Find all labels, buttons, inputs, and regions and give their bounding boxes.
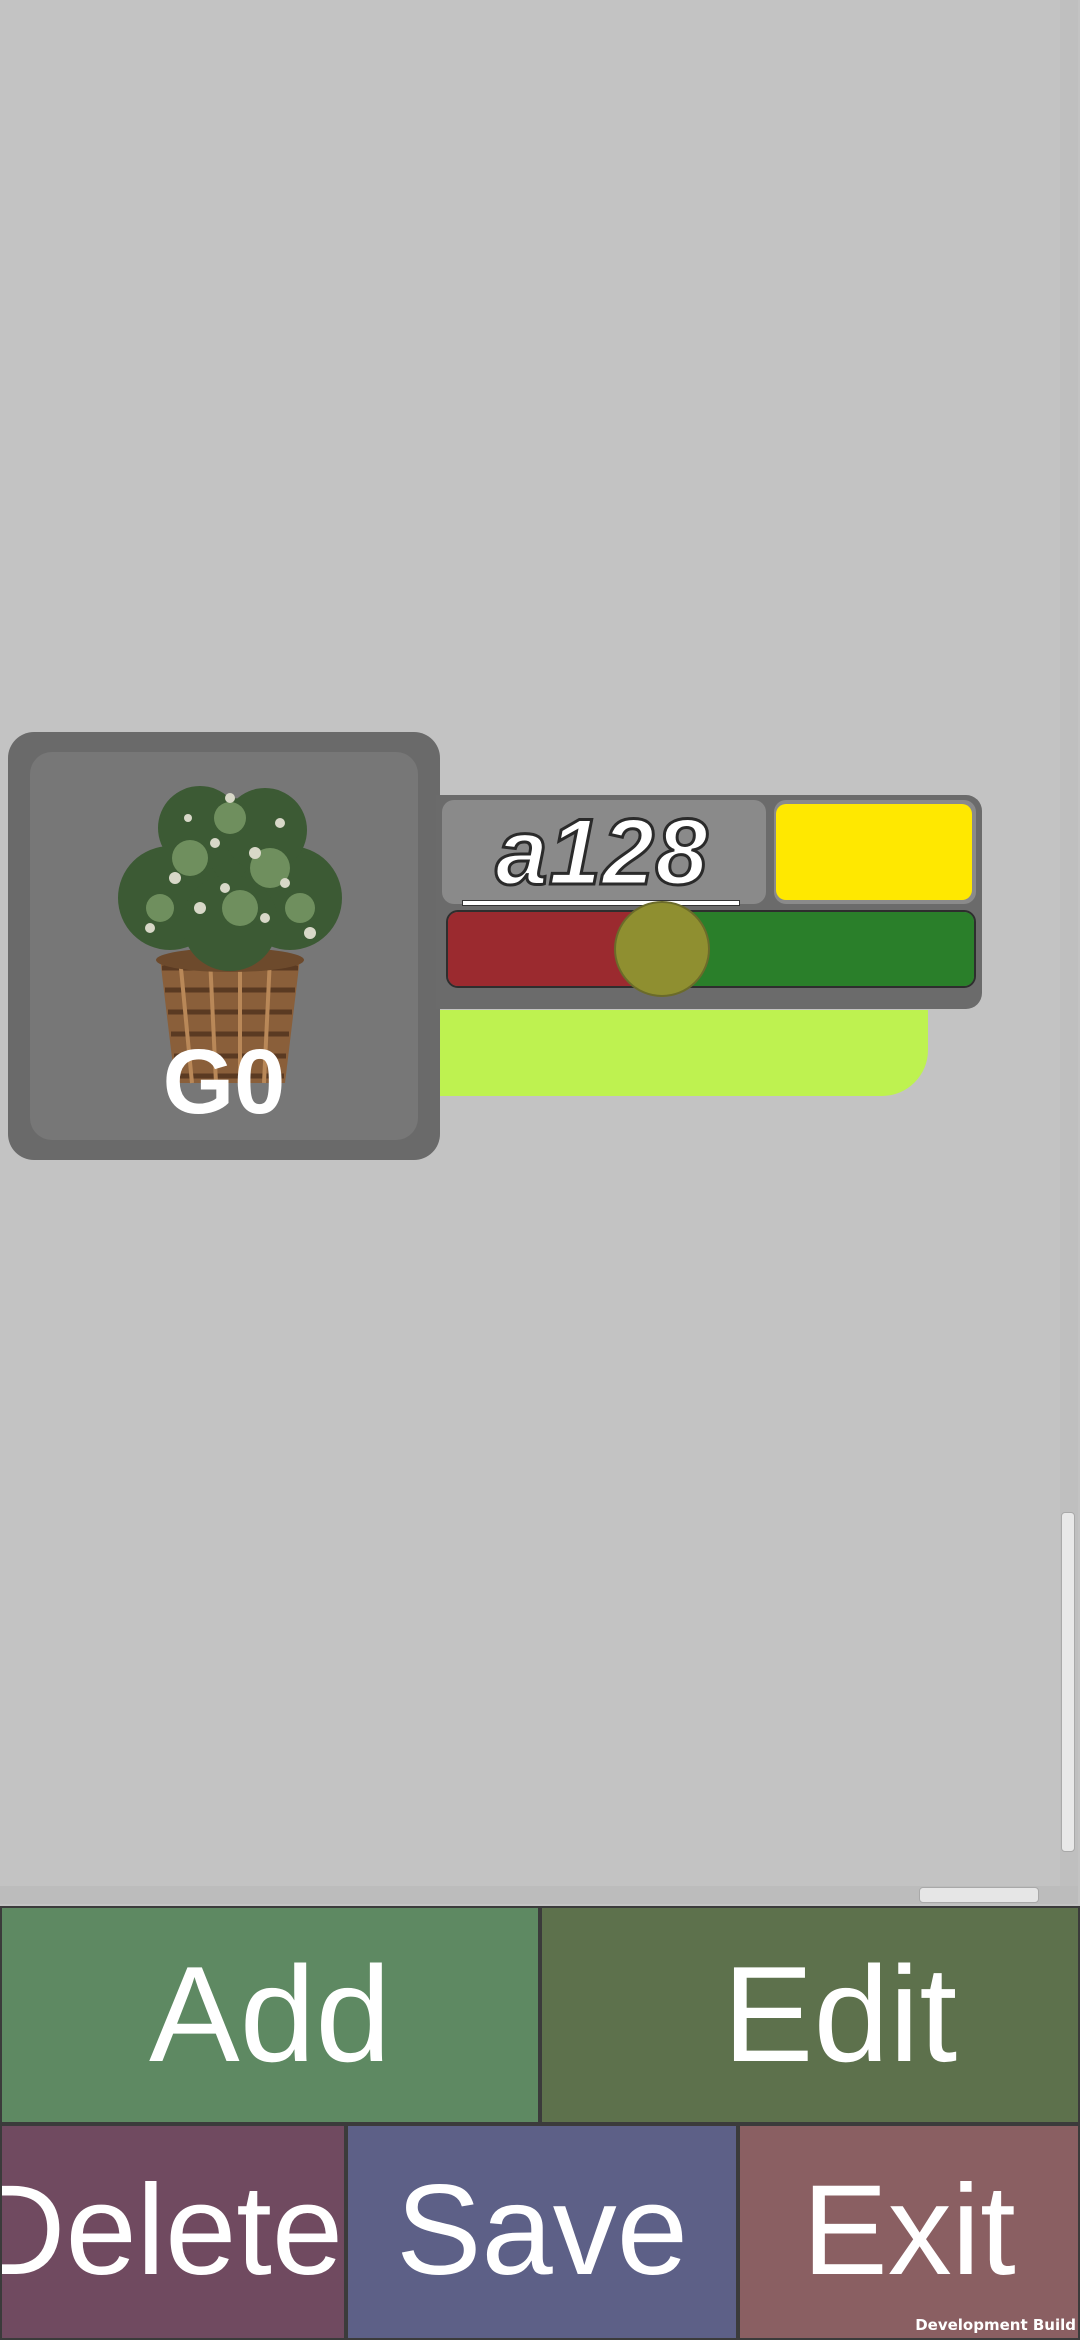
edit-button[interactable]: Edit	[540, 1906, 1080, 2124]
delete-button[interactable]: Delete	[0, 2124, 346, 2340]
item-label: G0	[162, 1031, 286, 1133]
item-card-image-area[interactable]: G0	[30, 752, 418, 1140]
status-bar	[440, 1010, 928, 1096]
vertical-scrollbar-thumb[interactable]	[1061, 1512, 1075, 1852]
item-name-text: a128	[494, 798, 709, 905]
save-button[interactable]: Save	[346, 2124, 738, 2340]
slider-handle[interactable]	[614, 901, 710, 997]
color-swatch[interactable]	[776, 804, 972, 900]
exit-button[interactable]: Exit	[738, 2124, 1080, 2340]
add-button[interactable]: Add	[0, 1906, 540, 2124]
horizontal-scrollbar-thumb[interactable]	[919, 1887, 1039, 1903]
name-text-cursor-bar	[462, 900, 740, 906]
development-build-watermark: Development Build	[915, 2316, 1076, 2334]
value-slider[interactable]	[446, 910, 976, 988]
horizontal-scrollbar-track[interactable]	[0, 1886, 1078, 1904]
